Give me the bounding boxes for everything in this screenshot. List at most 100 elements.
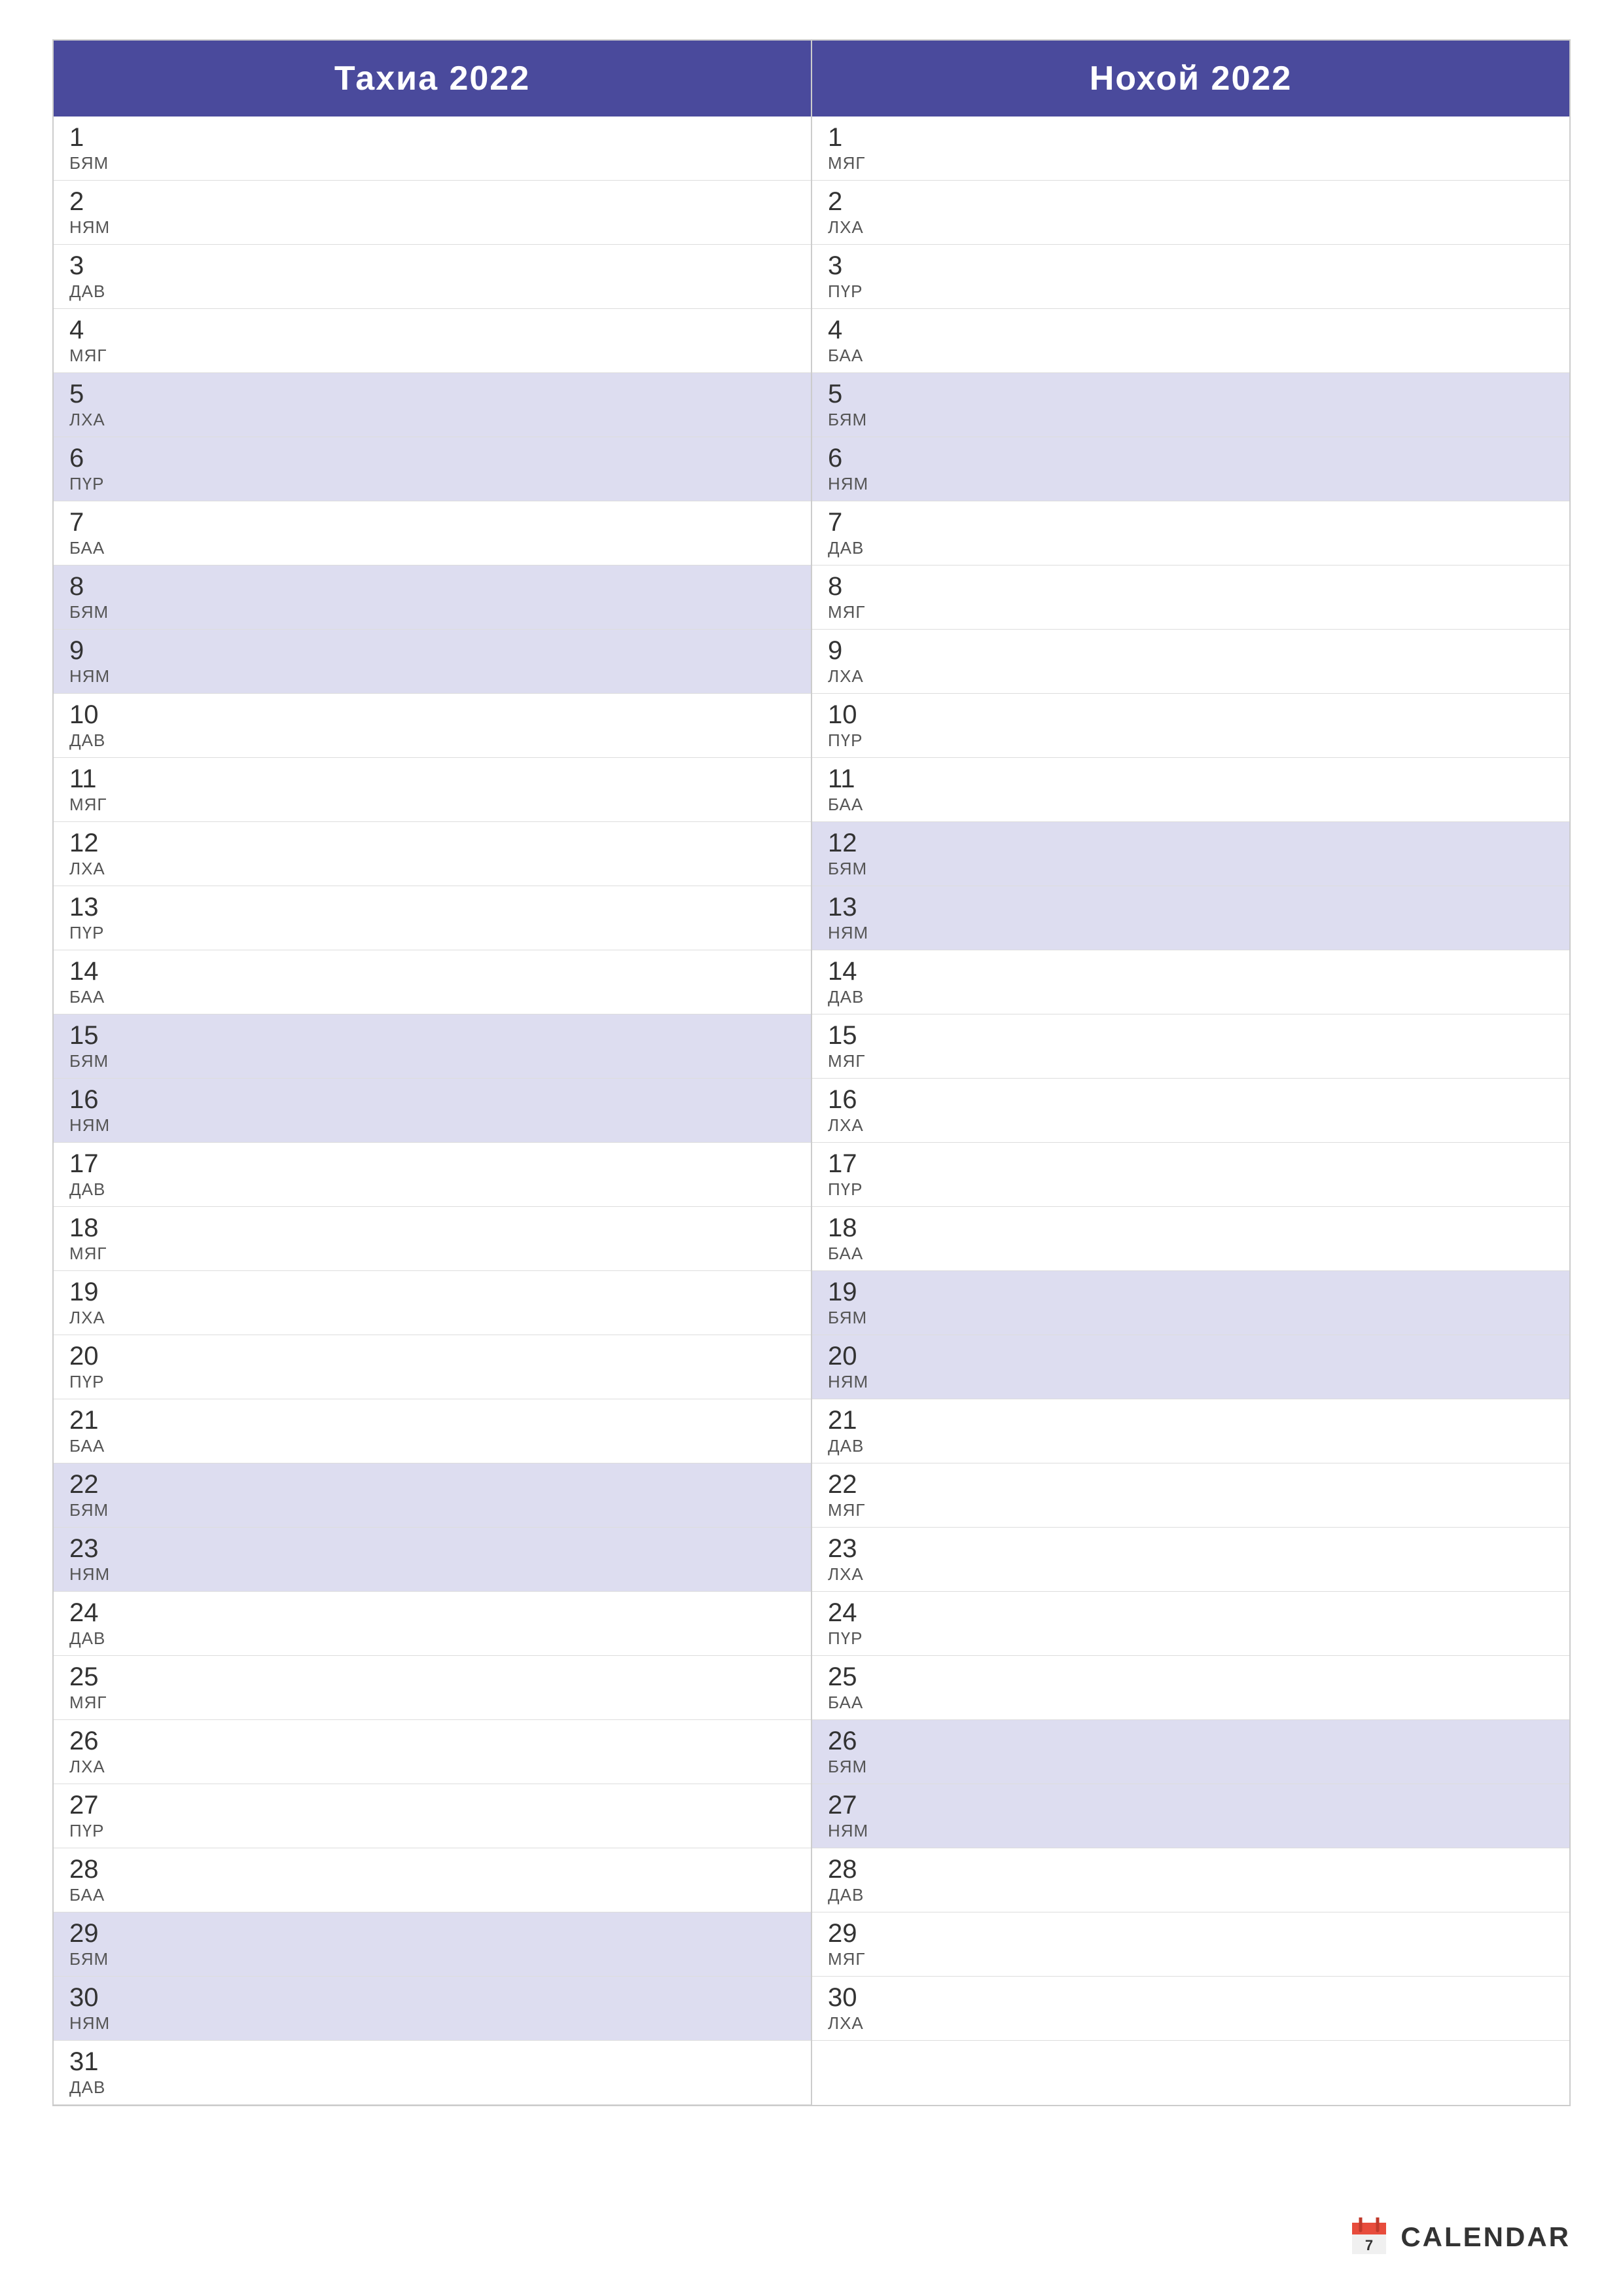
day-name: ПҮР [69, 474, 795, 494]
day-number: 3 [69, 251, 795, 280]
day-row: 17ПҮР [812, 1143, 1569, 1207]
day-row: 28ДАВ [812, 1848, 1569, 1912]
day-number: 19 [828, 1278, 1554, 1306]
day-name: ПҮР [828, 730, 1554, 751]
day-number: 7 [828, 508, 1554, 537]
day-row: 16НЯМ [54, 1079, 811, 1143]
day-number: 10 [69, 700, 795, 729]
day-name: ДАВ [69, 1628, 795, 1649]
day-number: 26 [69, 1727, 795, 1755]
day-row: 4МЯГ [54, 309, 811, 373]
day-name: ЛХА [828, 2013, 1554, 2034]
day-number: 2 [828, 187, 1554, 216]
day-number: 24 [828, 1598, 1554, 1627]
day-number: 23 [828, 1534, 1554, 1563]
day-row: 23ЛХА [812, 1528, 1569, 1592]
day-name: БАА [828, 346, 1554, 366]
day-row: 15МЯГ [812, 1014, 1569, 1079]
day-number: 26 [828, 1727, 1554, 1755]
calendar-body: 1БЯМ2НЯМ3ДАВ4МЯГ5ЛХА6ПҮР7БАА8БЯМ9НЯМ10ДА… [54, 117, 1569, 2105]
page: Тахиа 2022Нохой 20221БЯМ2НЯМ3ДАВ4МЯГ5ЛХА… [0, 0, 1623, 2296]
day-row: 30НЯМ [54, 1977, 811, 2041]
day-name: ДАВ [828, 1436, 1554, 1456]
day-row: 5БЯМ [812, 373, 1569, 437]
day-number: 15 [828, 1021, 1554, 1050]
day-number: 21 [69, 1406, 795, 1435]
day-name: ПҮР [69, 1372, 795, 1392]
day-number: 13 [828, 893, 1554, 922]
day-name: БЯМ [828, 1757, 1554, 1777]
day-name: МЯГ [69, 1244, 795, 1264]
day-name: НЯМ [828, 1372, 1554, 1392]
day-number: 1 [828, 123, 1554, 152]
month-header-1: Нохой 2022 [812, 41, 1569, 117]
day-row: 14ДАВ [812, 950, 1569, 1014]
day-name: БЯМ [69, 1500, 795, 1520]
day-number: 17 [828, 1149, 1554, 1178]
day-row: 6ПҮР [54, 437, 811, 501]
day-number: 14 [828, 957, 1554, 986]
day-name: ПҮР [69, 1821, 795, 1841]
svg-text:7: 7 [1365, 2237, 1373, 2253]
day-row: 22МЯГ [812, 1463, 1569, 1528]
day-row: 24ДАВ [54, 1592, 811, 1656]
day-number: 4 [828, 315, 1554, 344]
day-row: 1МЯГ [812, 117, 1569, 181]
day-row: 4БАА [812, 309, 1569, 373]
day-name: МЯГ [828, 1051, 1554, 1071]
day-name: ДАВ [69, 730, 795, 751]
day-number: 5 [69, 380, 795, 408]
day-name: ДАВ [69, 2077, 795, 2098]
day-number: 4 [69, 315, 795, 344]
day-name: БЯМ [828, 410, 1554, 430]
day-row: 16ЛХА [812, 1079, 1569, 1143]
day-row: 26ЛХА [54, 1720, 811, 1784]
day-name: НЯМ [69, 217, 795, 238]
day-name: ДАВ [69, 1179, 795, 1200]
day-row: 9НЯМ [54, 630, 811, 694]
day-name: ПҮР [828, 1179, 1554, 1200]
day-name: ПҮР [69, 923, 795, 943]
calendar-logo-icon: 7 [1352, 2217, 1391, 2257]
day-number: 5 [828, 380, 1554, 408]
day-row: 23НЯМ [54, 1528, 811, 1592]
day-row: 13ПҮР [54, 886, 811, 950]
day-row: 8БЯМ [54, 565, 811, 630]
day-number: 31 [69, 2047, 795, 2076]
day-row: 18МЯГ [54, 1207, 811, 1271]
day-number: 8 [828, 572, 1554, 601]
day-row: 19БЯМ [812, 1271, 1569, 1335]
day-number: 3 [828, 251, 1554, 280]
day-name: ЛХА [69, 1757, 795, 1777]
day-row: 13НЯМ [812, 886, 1569, 950]
month-header-0: Тахиа 2022 [54, 41, 812, 117]
day-number: 28 [69, 1855, 795, 1884]
day-name: МЯГ [828, 1500, 1554, 1520]
day-name: МЯГ [828, 1949, 1554, 1969]
day-name: ЛХА [69, 1308, 795, 1328]
day-number: 22 [69, 1470, 795, 1499]
day-number: 17 [69, 1149, 795, 1178]
day-name: ДАВ [828, 538, 1554, 558]
day-number: 2 [69, 187, 795, 216]
day-name: БАА [69, 538, 795, 558]
day-number: 20 [828, 1342, 1554, 1371]
day-row: 31ДАВ [54, 2041, 811, 2105]
day-name: БЯМ [69, 602, 795, 622]
day-row: 22БЯМ [54, 1463, 811, 1528]
day-row: 29БЯМ [54, 1912, 811, 1977]
day-name: ЛХА [69, 410, 795, 430]
day-name: МЯГ [69, 1693, 795, 1713]
day-number: 25 [828, 1662, 1554, 1691]
day-row: 11МЯГ [54, 758, 811, 822]
day-row: 11БАА [812, 758, 1569, 822]
day-name: ПҮР [828, 1628, 1554, 1649]
calendar-header: Тахиа 2022Нохой 2022 [54, 41, 1569, 117]
day-number: 11 [828, 764, 1554, 793]
day-number: 24 [69, 1598, 795, 1627]
day-number: 7 [69, 508, 795, 537]
day-row: 14БАА [54, 950, 811, 1014]
day-row: 9ЛХА [812, 630, 1569, 694]
month-column-0: 1БЯМ2НЯМ3ДАВ4МЯГ5ЛХА6ПҮР7БАА8БЯМ9НЯМ10ДА… [54, 117, 812, 2105]
day-name: МЯГ [69, 346, 795, 366]
